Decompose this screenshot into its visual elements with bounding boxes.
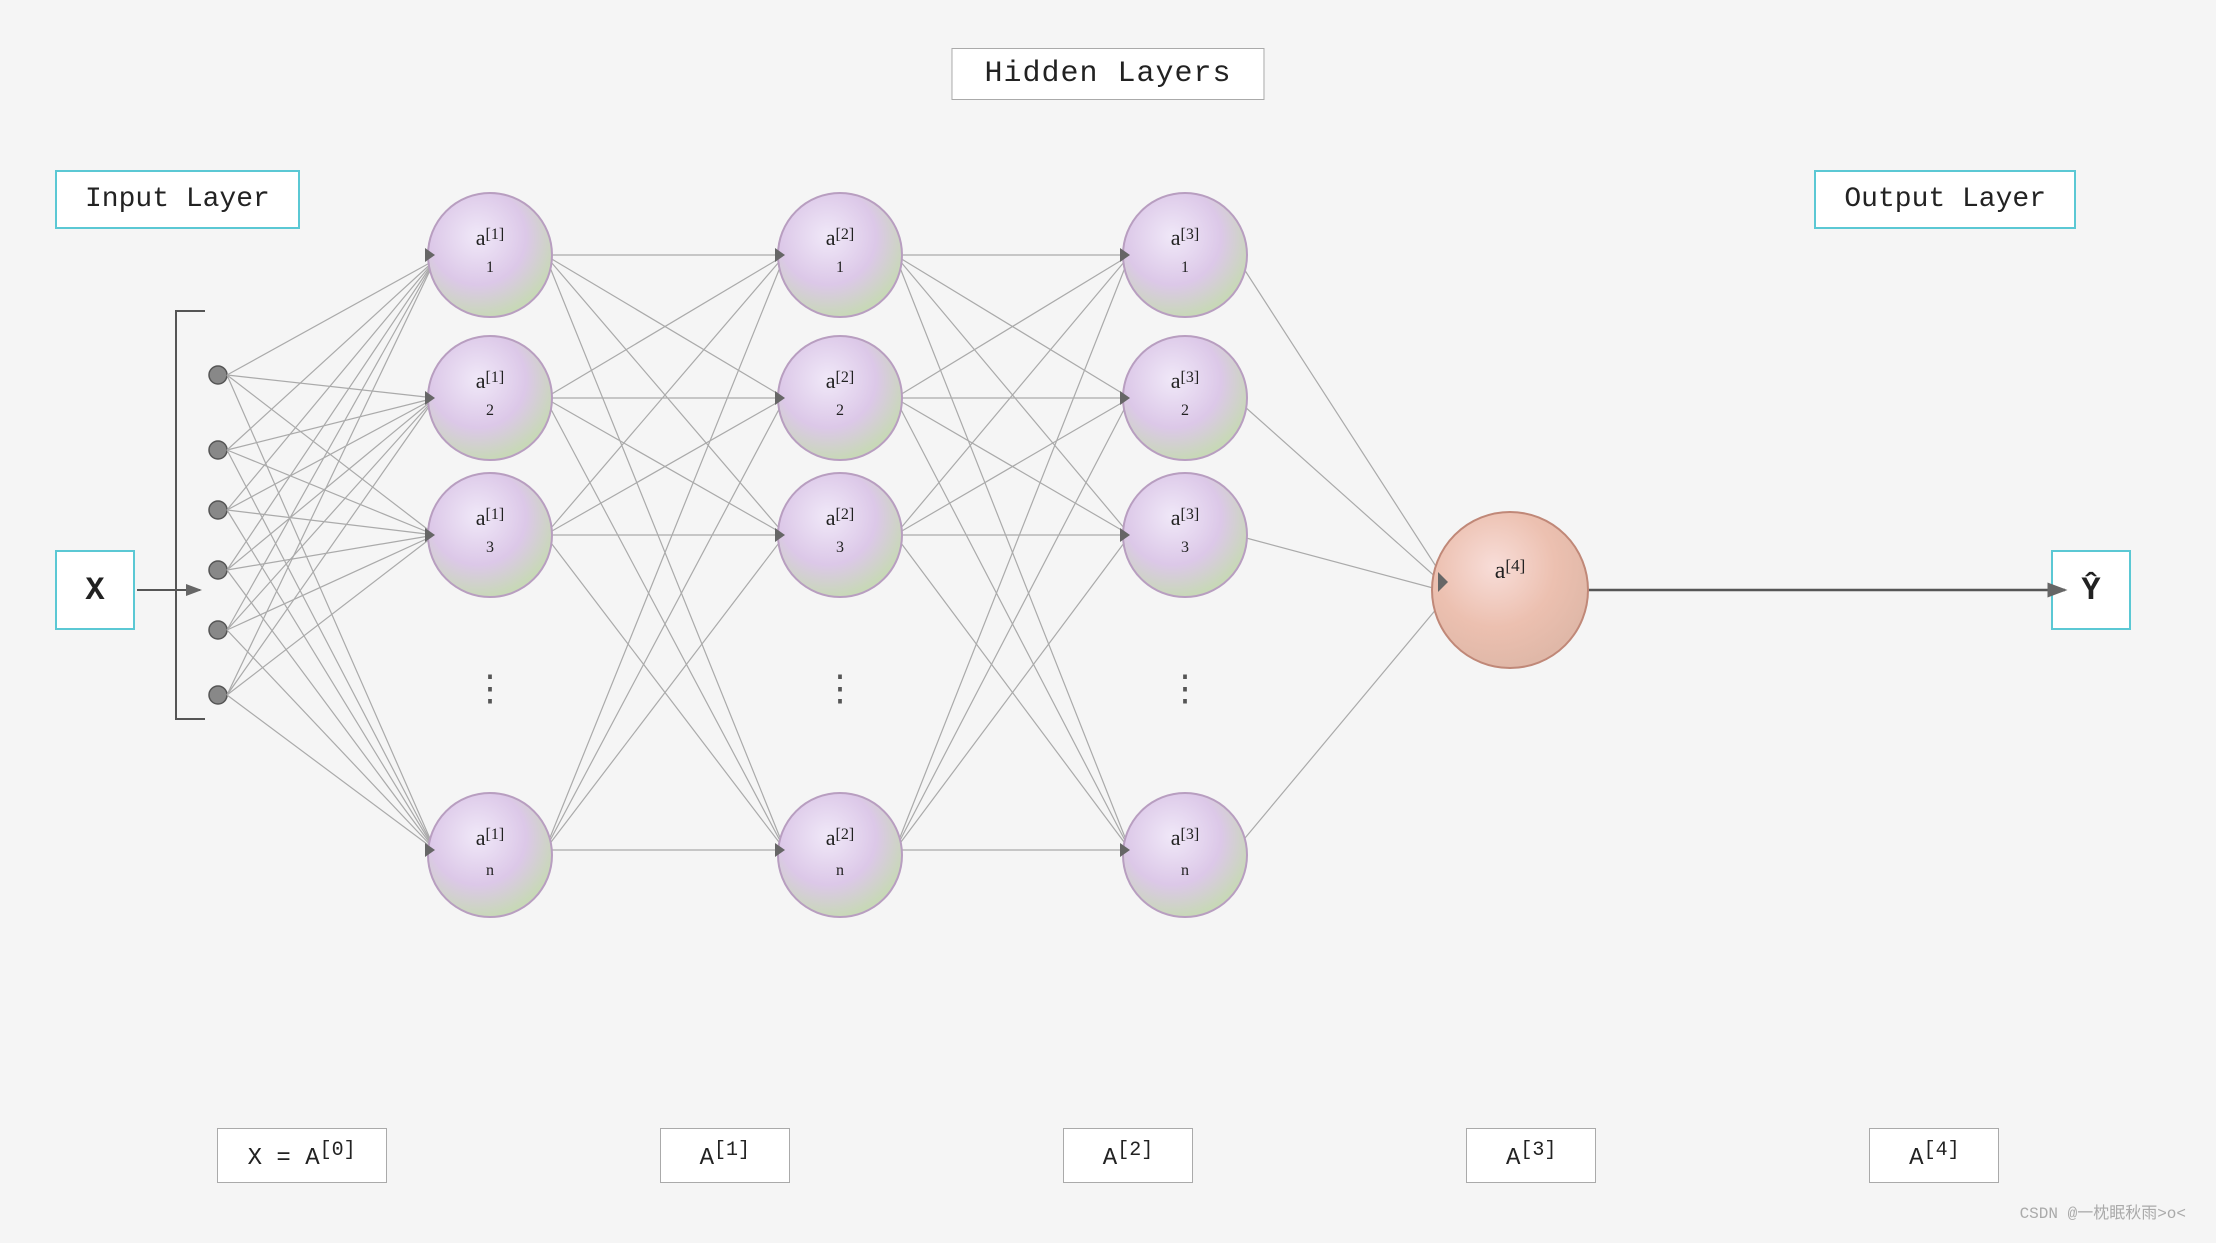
l1-node-n: [428, 793, 552, 917]
svg-text:⋮: ⋮: [822, 670, 858, 711]
svg-text:2: 2: [486, 402, 494, 419]
l2-node-n: [778, 793, 902, 917]
svg-text:n: n: [1181, 862, 1189, 879]
svg-text:n: n: [486, 862, 494, 879]
l4-node: [1432, 512, 1588, 668]
input-node-3: [209, 501, 227, 519]
bottom-labels: X = A[0] A[1] A[2] A[3] A[4]: [0, 1128, 2216, 1183]
svg-text:1: 1: [1181, 259, 1189, 276]
input-node-5: [209, 621, 227, 639]
main-container: Hidden Layers Input Layer Output Layer X…: [0, 0, 2216, 1243]
watermark: CSDN @一枕眠秋雨>o<: [2020, 1199, 2186, 1223]
svg-text:1: 1: [486, 259, 494, 276]
svg-text:2: 2: [1181, 402, 1189, 419]
bottom-label-x: X = A[0]: [217, 1128, 387, 1183]
l3-node-1: [1123, 193, 1247, 317]
svg-text:⋮: ⋮: [472, 670, 508, 711]
l1-node-3: [428, 473, 552, 597]
bottom-label-a3: A[3]: [1466, 1128, 1596, 1183]
svg-text:3: 3: [486, 539, 494, 556]
svg-text:2: 2: [836, 402, 844, 419]
l2-node-2: [778, 336, 902, 460]
l1-node-1: [428, 193, 552, 317]
svg-text:3: 3: [836, 539, 844, 556]
bottom-label-a2: A[2]: [1063, 1128, 1193, 1183]
input-node-4: [209, 561, 227, 579]
input-node-2: [209, 441, 227, 459]
bottom-label-a4: A[4]: [1869, 1128, 1999, 1183]
svg-text:⋮: ⋮: [1167, 670, 1203, 711]
input-node-1: [209, 366, 227, 384]
l2-node-1: [778, 193, 902, 317]
svg-text:3: 3: [1181, 539, 1189, 556]
l1-node-2: [428, 336, 552, 460]
svg-text:n: n: [836, 862, 844, 879]
l2-node-3: [778, 473, 902, 597]
l3-node-2: [1123, 336, 1247, 460]
bottom-label-a1: A[1]: [660, 1128, 790, 1183]
network-diagram: a[1] 1 a[1] 2 a[1] 3 ⋮ a[1] n a[2] 1 a[2…: [0, 0, 2216, 1243]
svg-text:1: 1: [836, 259, 844, 276]
input-node-6: [209, 686, 227, 704]
l3-node-3: [1123, 473, 1247, 597]
l3-node-n: [1123, 793, 1247, 917]
